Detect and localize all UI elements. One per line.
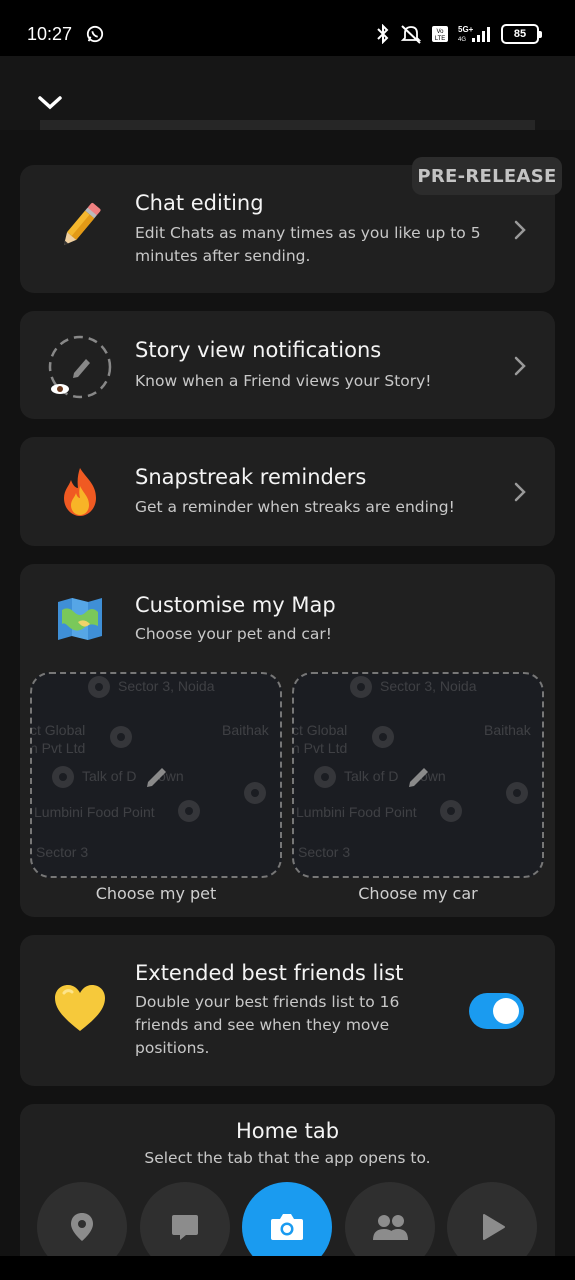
map-label: Lumbini Food Point <box>34 804 155 820</box>
camera-icon <box>271 1214 303 1240</box>
svg-text:5G+: 5G+ <box>458 25 474 34</box>
battery-level: 85 <box>513 28 527 40</box>
yellow-heart-icon <box>55 985 105 1031</box>
map-label: Talk of D <box>344 768 399 784</box>
choose-car-tile[interactable]: Sector 3, Noida ct Global n Pvt Ltd Bait… <box>292 672 544 878</box>
map-label: Sector 3, Noida <box>118 678 215 694</box>
map-label: Baithak <box>484 722 531 738</box>
battery-icon: 85 <box>501 24 542 44</box>
map-pin-icon <box>244 782 266 804</box>
chevron-right-icon <box>514 220 526 240</box>
feature-card-customise-map: Customise my Map Choose your pet and car… <box>20 564 555 917</box>
edit-pencil-icon <box>147 768 166 787</box>
top-bar <box>0 56 575 130</box>
feature-card-snapstreak[interactable]: Snapstreak reminders Get a reminder when… <box>20 437 555 546</box>
system-nav-bar <box>0 1256 575 1280</box>
map-label: Lumbini Food Point <box>296 804 417 820</box>
feature-description: Know when a Friend views your Story! <box>135 372 432 390</box>
svg-text:LTE: LTE <box>435 36 446 42</box>
choose-pet-tile[interactable]: Sector 3, Noida ct Global n Pvt Ltd Bait… <box>30 672 282 878</box>
play-icon <box>483 1214 505 1240</box>
feature-title: Story view notifications <box>135 338 382 362</box>
feature-description: Double your best friends list to 16 frie… <box>135 993 400 1057</box>
signal-5g-icon: 5G+ 4G <box>458 25 490 43</box>
map-label: Sector 3 <box>36 844 89 860</box>
chevron-down-icon[interactable] <box>36 92 64 112</box>
edit-pencil-icon <box>409 768 428 787</box>
map-label: Talk of D <box>82 768 137 784</box>
map-label: Sector 3, Noida <box>380 678 477 694</box>
feature-description: Get a reminder when streaks are ending! <box>135 498 455 516</box>
svg-text:4G: 4G <box>458 37 466 43</box>
map-pin-icon <box>52 766 74 788</box>
home-tab-description: Select the tab that the app opens to. <box>144 1149 431 1167</box>
chat-icon <box>172 1215 198 1240</box>
pre-release-badge: PRE-RELEASE <box>412 157 562 195</box>
spacer <box>0 130 575 146</box>
feature-title: Snapstreak reminders <box>135 465 367 489</box>
feature-title: Customise my Map <box>135 593 336 617</box>
bff-toggle[interactable] <box>469 993 524 1029</box>
feature-title: Chat editing <box>135 191 264 215</box>
choose-pet-label[interactable]: Choose my pet <box>30 884 282 903</box>
feature-card-story-view[interactable]: Story view notifications Know when a Fri… <box>20 311 555 419</box>
svg-text:Vo: Vo <box>436 29 444 35</box>
feature-description: Choose your pet and car! <box>135 625 333 643</box>
fire-icon <box>64 468 96 516</box>
status-bar: 10:27 Vo LTE 5G+ 4G 85 <box>0 0 575 56</box>
map-pin-icon <box>178 800 200 822</box>
map-label: ct Global <box>30 722 86 738</box>
pencil-icon <box>63 203 101 246</box>
bluetooth-icon <box>377 24 389 44</box>
map-label: Baithak <box>222 722 269 738</box>
map-label: n Pvt Ltd <box>30 740 86 756</box>
map-pin-icon <box>506 782 528 804</box>
mute-icon <box>400 25 422 44</box>
map-pin-icon <box>372 726 394 748</box>
map-pin-icon <box>71 1213 93 1241</box>
home-tab-title: Home tab <box>235 1119 340 1143</box>
map-pin-icon <box>314 766 336 788</box>
choose-car-label[interactable]: Choose my car <box>292 884 544 903</box>
chevron-right-icon <box>514 482 526 502</box>
chevron-right-icon <box>514 356 526 376</box>
friends-icon <box>373 1215 408 1240</box>
map-icon <box>58 598 102 640</box>
map-pin-icon <box>88 676 110 698</box>
map-label: ct Global <box>292 722 348 738</box>
map-label: Sector 3 <box>298 844 351 860</box>
story-eye-icon <box>48 335 112 399</box>
status-time: 10:27 <box>27 24 73 44</box>
status-icons: Vo LTE 5G+ 4G 85 <box>375 22 542 46</box>
map-pin-icon <box>440 800 462 822</box>
map-pin-icon <box>350 676 372 698</box>
whatsapp-icon <box>86 25 104 43</box>
map-label: n Pvt Ltd <box>292 740 348 756</box>
feature-title: Extended best friends list <box>135 961 404 985</box>
map-pin-icon <box>110 726 132 748</box>
volte-icon: Vo LTE <box>432 26 448 42</box>
feature-description: Edit Chats as many times as you like up … <box>135 224 481 265</box>
